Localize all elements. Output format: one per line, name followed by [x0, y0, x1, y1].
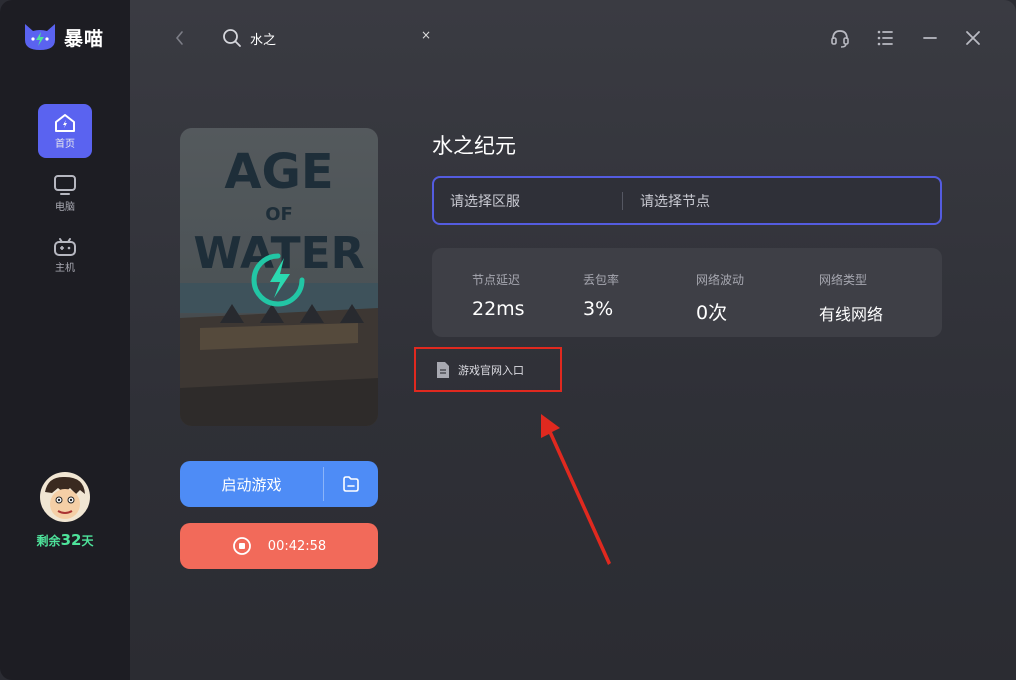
- region-select[interactable]: 请选择区服: [434, 191, 622, 211]
- search-clear-button[interactable]: ×: [421, 28, 431, 42]
- remain-suffix: 天: [81, 534, 94, 548]
- stop-icon: [232, 537, 251, 555]
- stat-label: 网络类型: [819, 273, 868, 287]
- remain-prefix: 剩余: [36, 534, 61, 548]
- launch-game-label: 启动游戏: [221, 475, 282, 494]
- stat-value: 0次: [696, 302, 728, 324]
- minimize-button[interactable]: [920, 28, 940, 48]
- app-name: 暴喵: [64, 27, 105, 50]
- stat-label: 丢包率: [583, 273, 620, 287]
- customer-service-button[interactable]: [830, 28, 850, 48]
- back-button[interactable]: [170, 27, 190, 49]
- stat-label: 网络波动: [696, 273, 745, 287]
- launch-game-button[interactable]: 启动游戏: [180, 461, 378, 507]
- sidebar-item-label: 电脑: [55, 201, 75, 213]
- sidebar-item-console[interactable]: 主机: [38, 228, 92, 282]
- cat-logo-icon: [25, 24, 55, 50]
- game-cover: AGE OF WATER: [180, 128, 378, 426]
- official-website-link[interactable]: 游戏官网入口: [414, 347, 562, 392]
- stat-value: 22ms: [472, 298, 525, 320]
- minimize-icon: [923, 37, 937, 39]
- search-box[interactable]: 水之: [222, 28, 276, 48]
- app-logo: 暴喵: [22, 22, 104, 52]
- document-icon: [437, 361, 449, 378]
- annotation-arrow: [541, 414, 611, 565]
- search-input[interactable]: 水之: [250, 29, 276, 48]
- stat-value: 3%: [583, 298, 614, 320]
- game-cover-art: AGE OF WATER: [180, 128, 378, 426]
- avatar[interactable]: [40, 472, 90, 522]
- chevron-left-icon: [175, 31, 183, 45]
- close-icon: [966, 31, 980, 45]
- open-folder-button[interactable]: [324, 474, 378, 494]
- server-node-selector: 请选择区服 请选择节点: [432, 176, 942, 225]
- folder-icon: [343, 476, 359, 492]
- stop-acceleration-button[interactable]: 00:42:58: [180, 523, 378, 569]
- user-avatar-image: [40, 472, 90, 522]
- search-icon: [223, 29, 241, 47]
- remaining-days: 剩余32天: [0, 531, 130, 549]
- stat-value: 有线网络: [819, 305, 884, 324]
- sidebar-item-label: 主机: [55, 262, 75, 274]
- monitor-icon: [54, 174, 76, 195]
- headset-icon: [831, 30, 849, 48]
- sidebar: 暴喵 首页 电脑 主机 剩余32天: [0, 0, 130, 680]
- home-icon: [55, 113, 75, 132]
- list-menu-icon: [877, 30, 893, 46]
- game-title: 水之纪元: [432, 134, 516, 158]
- gamepad-icon: [54, 237, 76, 256]
- stat-label: 节点延迟: [472, 273, 521, 287]
- app-window: 暴喵 首页 电脑 主机 剩余32天 水之 × 启动游戏 00:42:58 水之纪…: [0, 0, 1016, 680]
- sidebar-item-home[interactable]: 首页: [38, 104, 92, 158]
- official-website-label: 游戏官网入口: [458, 363, 524, 377]
- acceleration-timer: 00:42:58: [267, 538, 327, 554]
- network-stats-panel: 节点延迟 22ms 丢包率 3% 网络波动 0次 网络类型 有线网络: [432, 248, 942, 337]
- node-select[interactable]: 请选择节点: [623, 191, 710, 211]
- remain-days-number: 32: [60, 531, 82, 549]
- close-button[interactable]: [963, 28, 983, 48]
- sidebar-item-label: 首页: [55, 138, 75, 150]
- sidebar-item-pc[interactable]: 电脑: [38, 166, 92, 220]
- menu-button[interactable]: [875, 28, 895, 48]
